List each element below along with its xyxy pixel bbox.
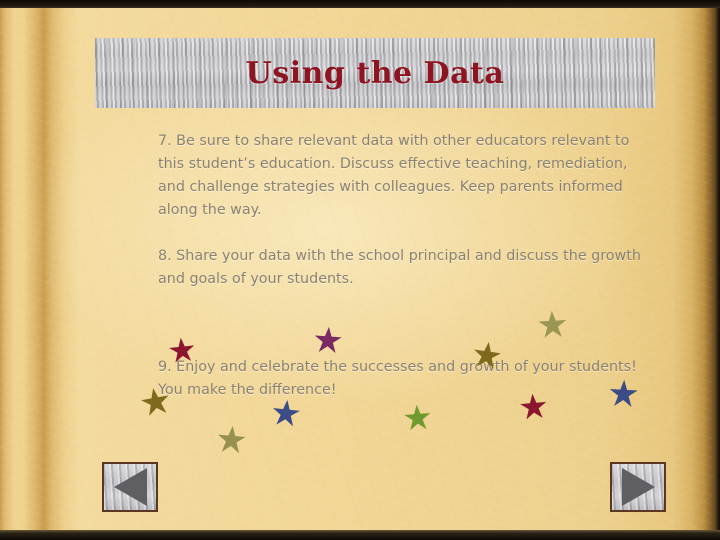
body-paragraph-8: 8. Share your data with the school princ… bbox=[158, 248, 641, 287]
title-banner: Using the Data bbox=[95, 38, 655, 108]
star-crimson-right bbox=[518, 391, 549, 422]
star-purple-top bbox=[312, 324, 344, 356]
star-green-center bbox=[402, 402, 433, 433]
star-olive-farleft bbox=[138, 384, 174, 420]
body-paragraph-7: 7. Be sure to share relevant data with o… bbox=[158, 133, 630, 218]
previous-slide-button[interactable] bbox=[102, 462, 158, 512]
star-blue-center bbox=[270, 397, 303, 430]
triangle-left-icon bbox=[113, 468, 147, 506]
star-olive-topright bbox=[536, 308, 569, 341]
slide-title: Using the Data bbox=[245, 55, 505, 91]
star-blue-right bbox=[607, 377, 640, 410]
triangle-right-icon bbox=[621, 468, 655, 506]
body-paragraph-9: 9. Enjoy and celebrate the successes and… bbox=[158, 359, 637, 398]
star-crimson-left bbox=[167, 335, 198, 366]
star-olive-midright bbox=[470, 338, 504, 372]
next-slide-button[interactable] bbox=[610, 462, 666, 512]
presentation-slide: Using the Data 7. Be sure to share relev… bbox=[0, 0, 720, 540]
star-olive-bottom bbox=[215, 423, 249, 457]
page-bottom-edge bbox=[0, 530, 720, 540]
page-right-edge bbox=[712, 8, 720, 532]
